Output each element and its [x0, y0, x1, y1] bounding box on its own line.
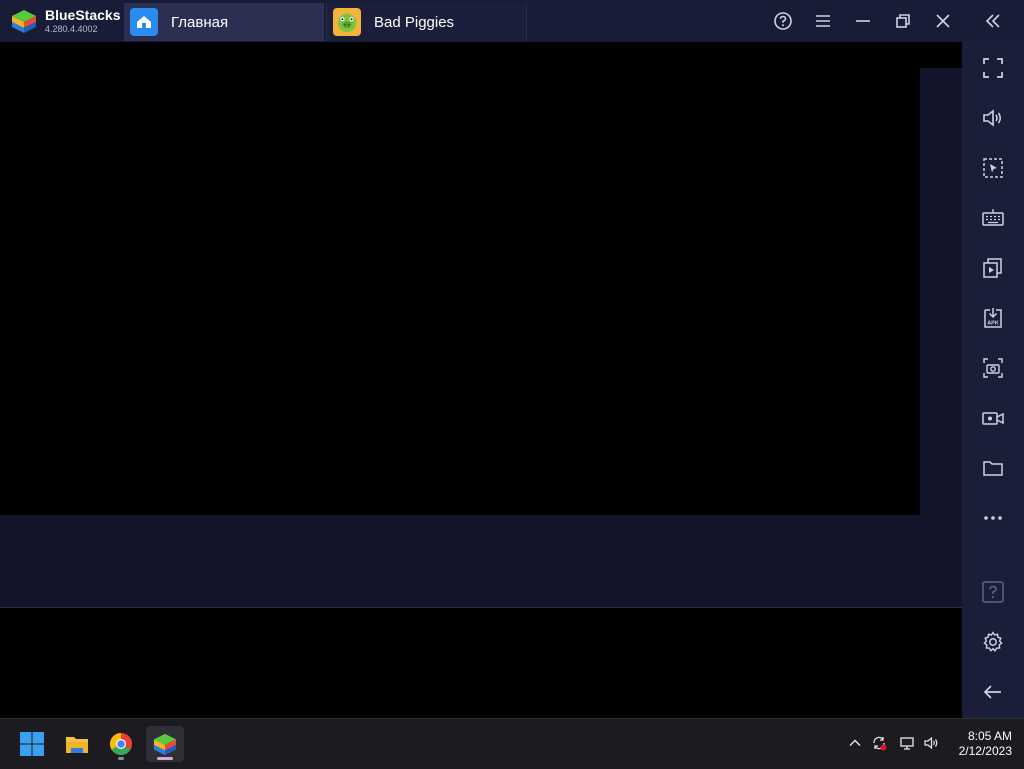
settings-button[interactable] — [981, 630, 1005, 654]
install-apk-button[interactable]: APK — [981, 306, 1005, 330]
settings-icon — [983, 631, 1003, 652]
screenshot-button[interactable] — [981, 356, 1005, 380]
screen-bottom-panel — [0, 515, 962, 608]
bluestacks-taskbar-button[interactable] — [146, 726, 184, 762]
system-clock[interactable]: 8:05 AM 2/12/2023 — [950, 729, 1012, 759]
keyboard-icon — [982, 209, 1004, 226]
running-indicator — [118, 757, 124, 760]
back-icon — [983, 685, 1001, 699]
svg-text:APK: APK — [987, 321, 999, 327]
tab-home[interactable]: Главная — [124, 3, 324, 41]
clock-time: 8:05 AM — [967, 729, 1012, 743]
title-bar: BlueStacks 4.280.4.4002 Главная Bad Pigg… — [0, 0, 1024, 42]
app-version: 4.280.4.4002 — [45, 24, 98, 34]
active-indicator — [157, 757, 173, 760]
fullscreen-icon — [983, 58, 1003, 78]
keyboard-button[interactable] — [981, 206, 1005, 230]
emulator-screen[interactable] — [0, 42, 962, 718]
menu-icon — [816, 15, 830, 27]
multi-instance-button[interactable] — [981, 256, 1005, 280]
install-apk-icon: APK — [984, 308, 1002, 328]
sync-tray-button[interactable] — [870, 734, 888, 752]
start-button[interactable] — [13, 726, 51, 762]
show-hidden-icons-chevron — [849, 739, 861, 746]
screen-side-panel — [920, 68, 962, 515]
help-icon — [774, 12, 792, 30]
multi-instance-icon — [983, 258, 1002, 278]
volume-button[interactable] — [981, 106, 1005, 130]
keymapping-button[interactable] — [981, 156, 1005, 180]
close-button[interactable] — [931, 9, 955, 33]
bad-piggies-app-icon — [333, 8, 361, 36]
network-icon — [900, 737, 914, 750]
app-name: BlueStacks — [45, 7, 121, 23]
menu-button[interactable] — [811, 9, 835, 33]
collapse-sidebar-button[interactable] — [981, 9, 1005, 33]
help-button[interactable] — [771, 9, 795, 33]
restore-button[interactable] — [891, 9, 915, 33]
taskbar: 8:05 AM 2/12/2023 — [0, 718, 1024, 769]
chrome-icon — [110, 733, 132, 755]
sidebar-help-button[interactable] — [981, 580, 1005, 604]
record-video-button[interactable] — [981, 406, 1005, 430]
media-folder-icon — [983, 461, 1003, 476]
home-icon — [130, 8, 158, 36]
more-button[interactable] — [981, 506, 1005, 530]
screenshot-icon — [983, 358, 1003, 378]
network-tray-button[interactable] — [898, 734, 916, 752]
bluestacks-icon — [153, 733, 177, 756]
bluestacks-logo-icon — [10, 8, 38, 34]
tab-label: Bad Piggies — [374, 13, 455, 31]
tab-label: Главная — [171, 13, 229, 31]
file-explorer-button[interactable] — [58, 726, 96, 762]
record-video-icon — [982, 412, 1004, 425]
volume-icon — [983, 109, 1002, 127]
file-explorer-icon — [66, 737, 88, 753]
show-hidden-icons-button[interactable] — [846, 734, 864, 752]
fullscreen-button[interactable] — [981, 56, 1005, 80]
minimize-button[interactable] — [851, 9, 875, 33]
back-button[interactable] — [981, 680, 1005, 704]
collapse-sidebar-icon — [985, 14, 1000, 28]
speaker-icon — [924, 736, 938, 750]
windows-start-icon — [20, 732, 44, 756]
chrome-button[interactable] — [102, 726, 140, 762]
minimize-icon — [856, 20, 870, 22]
restore-icon — [896, 14, 910, 28]
help-icon — [982, 581, 1004, 603]
speaker-tray-button[interactable] — [922, 734, 940, 752]
sidebar-toolbar: APK — [962, 42, 1024, 718]
keymapping-icon — [983, 158, 1003, 178]
close-icon — [936, 14, 950, 28]
clock-date: 2/12/2023 — [958, 744, 1012, 758]
tab-bad-piggies[interactable]: Bad Piggies — [326, 3, 527, 41]
sync-icon — [873, 736, 887, 751]
more-icon — [984, 516, 1002, 520]
media-folder-button[interactable] — [981, 456, 1005, 480]
